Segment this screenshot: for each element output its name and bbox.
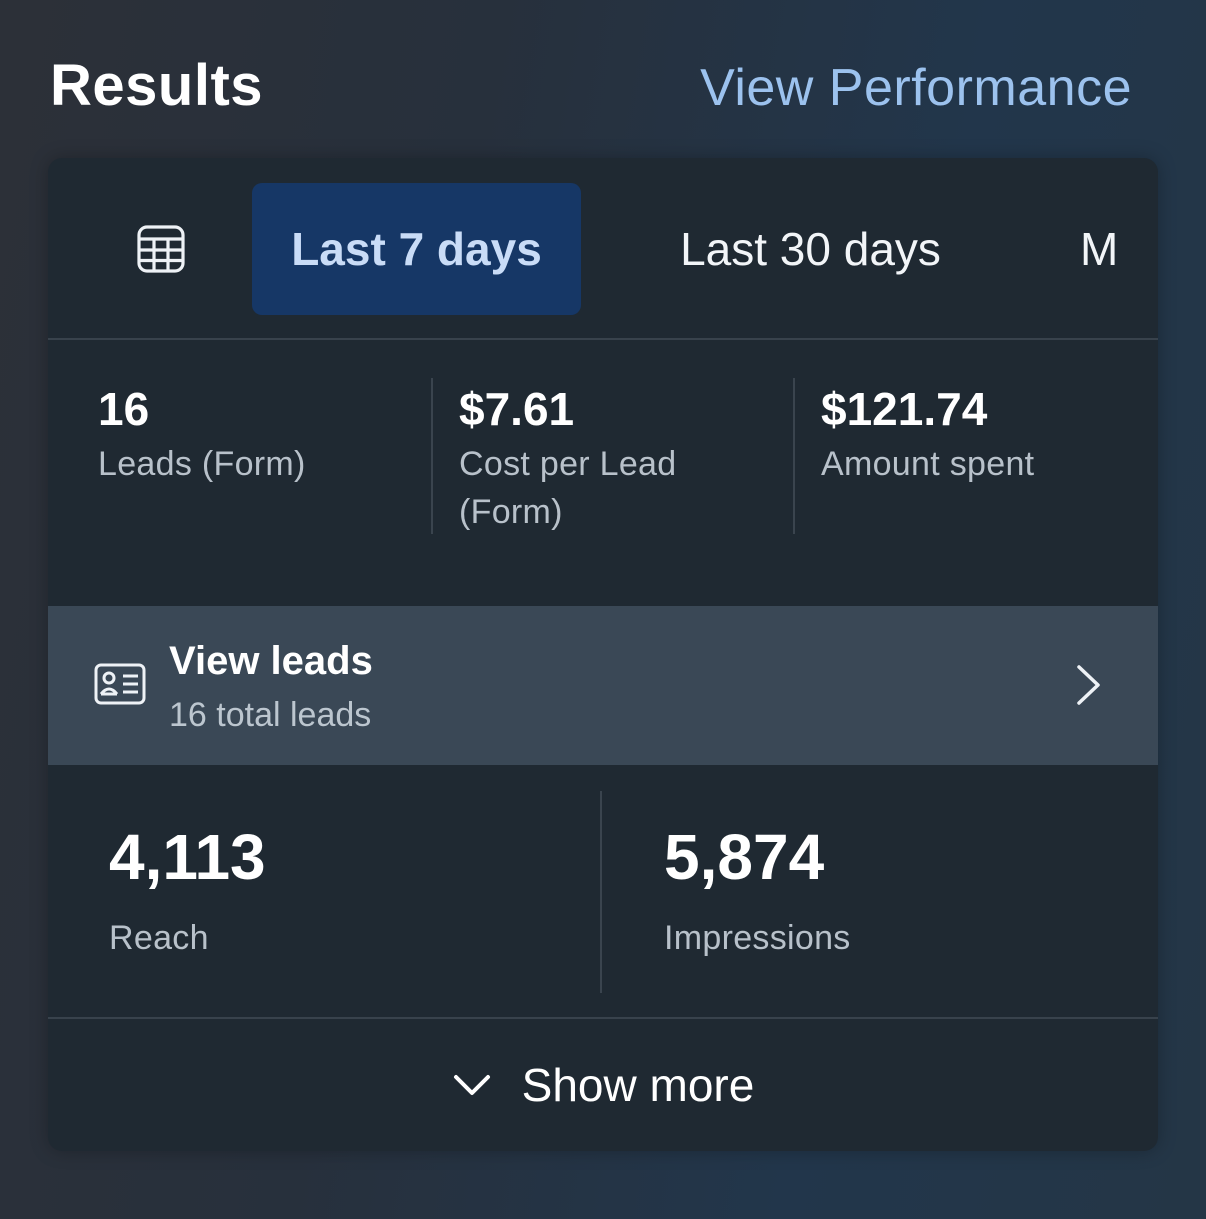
contact-card-icon [94, 663, 146, 705]
divider [793, 378, 795, 534]
stat-amount-spent: $121.74 Amount spent [821, 380, 1121, 488]
calendar-icon[interactable] [136, 224, 186, 274]
lead-stats: 16 Leads (Form) $7.61 Cost per Lead (For… [48, 340, 1158, 606]
view-performance-link[interactable]: View Performance [700, 58, 1132, 118]
stat-cost-per-lead: $7.61 Cost per Lead (Form) [459, 380, 759, 536]
stat-value: 16 [98, 383, 150, 435]
view-leads-row[interactable]: View leads 16 total leads [48, 606, 1158, 765]
metric-impressions: 5,874 Impressions [664, 817, 851, 958]
tab-more-truncated[interactable]: M [1066, 183, 1136, 315]
metric-value: 4,113 [109, 821, 266, 893]
page-title: Results [50, 53, 264, 118]
results-header: Results View Performance [0, 0, 1206, 158]
stat-label: Amount spent [821, 445, 1035, 483]
divider [431, 378, 433, 534]
view-leads-subtitle: 16 total leads [169, 696, 372, 734]
metric-reach: 4,113 Reach [109, 817, 266, 958]
metric-label: Impressions [664, 919, 851, 957]
chevron-down-icon [452, 1073, 492, 1097]
show-more-label: Show more [521, 1059, 755, 1111]
stat-value: $7.61 [459, 383, 575, 435]
show-more-button[interactable]: Show more [48, 1019, 1158, 1151]
reach-impressions: 4,113 Reach 5,874 Impressions [48, 765, 1158, 1019]
results-card: Last 7 days Last 30 days M 16 Leads (For… [48, 158, 1158, 1151]
date-range-tabs: Last 7 days Last 30 days M [48, 158, 1158, 340]
divider [600, 791, 602, 993]
tab-last-7-days[interactable]: Last 7 days [252, 183, 581, 315]
stat-label: Cost per Lead (Form) [459, 445, 677, 531]
metric-value: 5,874 [664, 821, 825, 893]
chevron-right-icon [1074, 663, 1104, 707]
stat-leads: 16 Leads (Form) [98, 380, 398, 488]
tab-last-30-days[interactable]: Last 30 days [638, 183, 983, 315]
view-leads-title: View leads [169, 639, 373, 683]
metric-label: Reach [109, 919, 209, 957]
stat-label: Leads (Form) [98, 445, 306, 483]
stat-value: $121.74 [821, 383, 988, 435]
